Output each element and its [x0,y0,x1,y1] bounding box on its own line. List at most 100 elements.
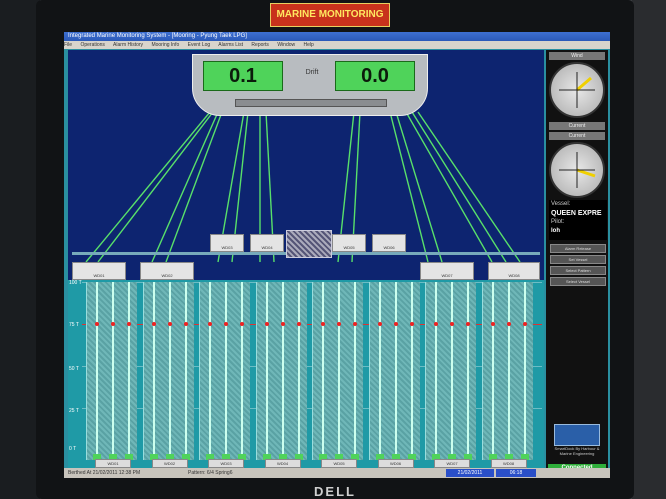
menu-item[interactable]: Reports [251,42,269,48]
winch-tension-panel[interactable]: WD06 [368,282,420,468]
drift-left-readout: 0.1 [203,61,283,91]
set-vessel-button[interactable]: Set Vessel [550,255,606,264]
menu-item[interactable]: Operations [80,42,104,48]
background-environment-right [632,0,666,499]
winch-block[interactable]: WD01 [72,262,126,280]
tension-stem [112,282,114,460]
menu-item[interactable]: Alarm History [113,42,143,48]
winch-block[interactable]: WD07 [420,262,474,280]
vessel-name: QUEEN EXPRE [551,210,602,217]
tension-stem [168,282,171,460]
menu-item[interactable]: File [64,42,72,48]
pilot-label: Pilot: [551,219,565,225]
tension-stem [96,282,98,460]
tension-stem [297,282,300,460]
mooring-line [97,111,214,263]
tension-stem [338,282,340,460]
tension-stem [394,282,397,460]
alarm-marker [151,322,156,326]
y-tick-label: 50 T [69,366,79,372]
background-environment [0,0,40,499]
banner-label: MARINE MONITORING SYSTEM [270,3,390,42]
vessel-drift-panel: 0.1 Drift 0.0 [192,54,428,116]
winch-tag: WD05 [321,459,357,468]
winch-block[interactable]: WD03 [210,234,244,252]
tension-stem [265,282,268,460]
gangway-block [286,230,332,258]
alarm-marker [183,322,188,326]
alarm-marker [506,322,511,326]
y-tick-label: 75 T [69,322,79,328]
tension-stem [184,282,187,460]
tension-stem [467,282,469,460]
alarm-marker [127,322,131,326]
alarm-marker [208,322,212,326]
winch-tension-panel[interactable]: WD07 [425,282,476,468]
tension-stem [451,282,453,460]
mooring-line [151,111,219,263]
winch-tension-panel[interactable]: WD08 [481,282,533,468]
tension-stem [241,282,243,460]
menu-item[interactable]: Help [304,42,314,48]
wind-tab[interactable]: Wind [549,52,605,60]
app-window: Integrated Marine Monitoring System - [M… [64,32,610,478]
tension-stem [378,282,381,460]
alarm-marker [393,322,398,326]
winch-tag: WD01 [95,459,131,468]
current-tab[interactable]: Current [549,132,605,140]
tension-stem [225,282,227,460]
alarm-marker [450,322,454,326]
alarm-marker [522,322,527,326]
y-tick-label: 25 T [69,408,79,414]
winch-block[interactable]: WD02 [140,262,194,280]
mooring-line [417,111,521,263]
select-vessel-button[interactable]: Select Vessel [550,277,606,286]
alarm-marker [466,322,470,326]
tension-stem [491,282,494,460]
status-berthed: Berthed At 21/02/2011 12:38 PM [68,470,141,476]
tension-stem [435,282,437,460]
y-tick-label: 0 T [69,446,77,452]
alarm-marker [167,322,172,326]
winch-tag: WD04 [264,459,301,468]
winch-tension-panel[interactable]: WD02 [142,282,194,468]
tension-stem [523,282,526,460]
tension-stem [281,282,284,460]
winch-tension-panel[interactable]: WD04 [255,282,307,468]
tension-chart: 100 T 75 T 50 T 25 T 0 T WD01 WD02 WD03 WD0… [68,280,544,468]
tension-stem [410,282,413,460]
winch-block[interactable]: WD06 [372,234,406,252]
alarm-marker [280,322,285,326]
winch-tension-panel[interactable]: WD01 [86,282,137,468]
tension-stem [128,282,130,460]
winch-tag: WD03 [208,459,244,468]
current-gauge [549,142,605,198]
draft-bar [235,99,387,107]
drift-label: Drift [305,69,319,76]
alarm-marker [409,322,414,326]
winch-tension-panel[interactable]: WD03 [199,282,250,468]
alarm-release-button[interactable]: Alarm Release [550,244,606,253]
wind-gauge [549,62,605,118]
menu-item[interactable]: Event Log [188,42,211,48]
winch-block[interactable]: WD04 [250,234,284,252]
alarm-marker [490,322,495,326]
menu-item[interactable]: Window [277,42,295,48]
drift-right-readout: 0.0 [335,61,415,91]
monitor-brand: DELL [314,484,356,499]
winch-block[interactable]: WD05 [332,234,366,252]
alarm-marker [111,322,115,326]
alarm-marker [321,322,325,326]
tension-stem [152,282,155,460]
tension-stem [322,282,324,460]
mooring-line [85,111,211,263]
status-time: 06:18 [496,469,536,477]
winch-tension-panel[interactable]: WD05 [312,282,363,468]
menu-item[interactable]: Mooring Info [151,42,179,48]
winch-block[interactable]: WD08 [488,262,540,280]
alarm-marker [240,322,244,326]
select-pattern-button[interactable]: Select Pattern [550,266,606,275]
status-bar: Berthed At 21/02/2011 12:38 PM Pattern: … [64,468,610,478]
menu-item[interactable]: Alarms List [218,42,243,48]
gauge-caption: Current [549,122,605,130]
